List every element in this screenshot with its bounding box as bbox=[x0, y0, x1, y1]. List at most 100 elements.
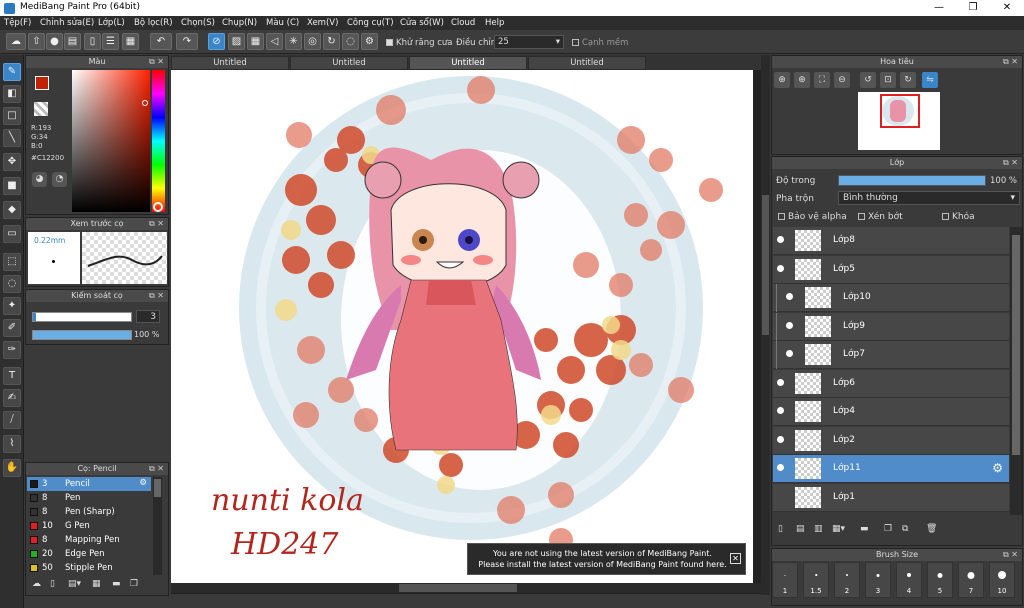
layer-list-scrollbar[interactable] bbox=[1010, 227, 1022, 515]
pin-icon[interactable]: ⧉ ✕ bbox=[149, 56, 164, 68]
menu-select[interactable]: Chọn(S) bbox=[181, 18, 215, 28]
brush-opacity-slider[interactable] bbox=[32, 330, 132, 340]
navigator-thumbnail[interactable] bbox=[858, 92, 940, 150]
grid-icon[interactable]: ▦ bbox=[122, 33, 139, 50]
menu-cloud[interactable]: Cloud bbox=[451, 18, 475, 28]
gear-icon[interactable]: ⚙ bbox=[992, 461, 1003, 475]
hand-tool-icon[interactable]: ✋ bbox=[3, 459, 21, 477]
visibility-eye-icon[interactable] bbox=[777, 378, 784, 386]
minimize-button[interactable]: — bbox=[922, 0, 956, 16]
brush-list-scrollbar[interactable] bbox=[153, 477, 162, 575]
snap-radial-icon[interactable]: ✳ bbox=[285, 33, 302, 50]
brush-size-slider[interactable] bbox=[32, 312, 132, 322]
document-icon[interactable]: ▯ bbox=[84, 33, 101, 50]
rect-tool-icon[interactable]: □ bbox=[3, 107, 21, 125]
artwork-canvas[interactable]: nunti kola HD247 bbox=[171, 70, 761, 583]
add-layer-menu-icon[interactable]: ▦▾ bbox=[832, 524, 845, 534]
brush-size-preset[interactable]: 4 bbox=[896, 562, 922, 598]
canvas-horizontal-scrollbar[interactable] bbox=[171, 583, 761, 593]
snap-ellipse-icon[interactable]: ◌ bbox=[342, 33, 359, 50]
zoom-minus-icon[interactable]: ⊖ bbox=[834, 72, 850, 88]
brush-list-item[interactable]: 20 Edge Pen bbox=[27, 547, 151, 561]
adjust-dropdown[interactable]: 25 ▾ bbox=[494, 35, 564, 49]
brush-size-preset[interactable]: 7 bbox=[958, 562, 984, 598]
brush-size-preset[interactable]: 2 bbox=[834, 562, 860, 598]
tab-untitled-3[interactable]: Untitled bbox=[409, 56, 527, 70]
brush-size-preset[interactable]: 5 bbox=[927, 562, 953, 598]
brush-size-preset[interactable]: 1 bbox=[772, 562, 798, 598]
snap-cross-icon[interactable]: ▦ bbox=[247, 33, 264, 50]
menu-capture[interactable]: Chụp(N) bbox=[222, 18, 257, 28]
pin-icon[interactable]: ⧉ ✕ bbox=[149, 463, 164, 475]
pin-icon[interactable]: ⧉ ✕ bbox=[149, 218, 164, 230]
menu-filter[interactable]: Bộ lọc(R) bbox=[134, 18, 173, 28]
foreground-color-swatch[interactable] bbox=[35, 76, 49, 90]
color-picker-cursor[interactable] bbox=[142, 100, 148, 106]
update-notification[interactable]: You are not using the latest version of … bbox=[467, 543, 746, 575]
color-picker-icon[interactable]: ◔ bbox=[52, 172, 67, 187]
comment-icon[interactable]: ● bbox=[46, 33, 63, 50]
saturation-value-picker[interactable] bbox=[72, 70, 150, 212]
brush-settings-icon[interactable]: ▦ bbox=[92, 579, 101, 589]
gear-icon[interactable]: ⚙ bbox=[139, 478, 147, 488]
undo-icon[interactable]: ↶ bbox=[150, 33, 172, 50]
visibility-eye-icon[interactable] bbox=[786, 350, 793, 357]
brush-list-item[interactable]: 8 Pen (Sharp) bbox=[27, 505, 151, 519]
layer-row[interactable]: Lớp4 bbox=[773, 398, 1009, 426]
layer-row[interactable]: Lớp9 bbox=[773, 312, 1009, 341]
new-halftone-layer-icon[interactable]: ▤ bbox=[796, 524, 805, 534]
brush-tool-icon[interactable]: ✎ bbox=[3, 63, 21, 81]
layer-row[interactable]: Lớp7 bbox=[773, 341, 1009, 369]
layer-row[interactable]: Lớp6 bbox=[773, 369, 1009, 398]
visibility-eye-icon[interactable] bbox=[786, 321, 793, 329]
transparent-color-swatch[interactable] bbox=[34, 102, 48, 116]
delete-layer-icon[interactable]: 🗑 bbox=[926, 524, 937, 534]
rotate-right-icon[interactable]: ↻ bbox=[900, 72, 916, 88]
lasso-tool-icon[interactable]: ◌ bbox=[3, 275, 21, 293]
layer-row[interactable]: Lớp11 ⚙ bbox=[773, 455, 1009, 483]
pin-icon[interactable]: ⧉ ✕ bbox=[1003, 157, 1018, 169]
duplicate-layer-icon[interactable]: ❐ bbox=[884, 524, 892, 534]
text-tool-icon[interactable]: T bbox=[3, 367, 21, 385]
tab-untitled-2[interactable]: Untitled bbox=[290, 56, 408, 70]
menu-view[interactable]: Xem(V) bbox=[307, 18, 338, 28]
lock-checkbox[interactable]: Khóa bbox=[942, 212, 975, 222]
pin-icon[interactable]: ⧉ ✕ bbox=[1003, 549, 1018, 561]
zoom-out-icon[interactable]: ⊕ bbox=[794, 72, 810, 88]
fill-rect-tool-icon[interactable]: ■ bbox=[3, 177, 21, 195]
brush-list-item[interactable]: 50 Stipple Pen bbox=[27, 561, 151, 575]
message-icon[interactable]: ▤ bbox=[64, 33, 81, 50]
menu-layer[interactable]: Lớp(L) bbox=[98, 18, 125, 28]
select-pen-tool-icon[interactable]: ✐ bbox=[3, 319, 21, 337]
bucket-tool-icon[interactable]: ◆ bbox=[3, 201, 21, 219]
tab-untitled-4[interactable]: Untitled bbox=[528, 56, 646, 70]
visibility-eye-icon[interactable] bbox=[777, 435, 784, 443]
rotate-left-icon[interactable]: ↺ bbox=[860, 72, 876, 88]
hue-slider-handle[interactable] bbox=[153, 202, 163, 212]
canvas-area[interactable]: nunti kola HD247 You are not using the l… bbox=[171, 70, 761, 594]
brush-size-input[interactable]: 3 bbox=[136, 310, 160, 323]
line-tool-icon[interactable]: ╲ bbox=[3, 129, 21, 147]
add-brush-cloud-icon[interactable]: ☁ bbox=[32, 579, 41, 589]
palette-icon[interactable]: ◕ bbox=[32, 172, 47, 187]
redo-icon[interactable]: ↷ bbox=[176, 33, 198, 50]
clipping-checkbox[interactable]: Xén bớt bbox=[858, 212, 903, 222]
menu-help[interactable]: Help bbox=[485, 18, 504, 28]
brush-size-preset[interactable]: 1.5 bbox=[803, 562, 829, 598]
layer-row[interactable]: Lớp8 bbox=[773, 227, 1009, 255]
select-eraser-tool-icon[interactable]: ✑ bbox=[3, 341, 21, 359]
close-notification-icon[interactable]: ✕ bbox=[730, 553, 741, 564]
brush-size-preset[interactable]: 3 bbox=[865, 562, 891, 598]
add-brush-menu-icon[interactable]: ▤▾ bbox=[68, 579, 81, 589]
close-button[interactable]: ✕ bbox=[990, 0, 1024, 16]
snap-curve-icon[interactable]: ↻ bbox=[323, 33, 340, 50]
snap-parallel-icon[interactable]: ▨ bbox=[228, 33, 245, 50]
layer-row[interactable]: Lớp1 bbox=[773, 483, 1009, 512]
tab-untitled-1[interactable]: Untitled bbox=[171, 56, 289, 70]
new-layer-icon[interactable]: ▯ bbox=[778, 524, 783, 534]
gradient-tool-icon[interactable]: ▭ bbox=[3, 225, 21, 243]
pin-icon[interactable]: ⧉ ✕ bbox=[1003, 56, 1018, 68]
protect-alpha-checkbox[interactable]: Bảo vệ alpha bbox=[778, 212, 847, 222]
magic-wand-tool-icon[interactable]: ✦ bbox=[3, 297, 21, 315]
maximize-button[interactable]: ❐ bbox=[956, 0, 990, 16]
